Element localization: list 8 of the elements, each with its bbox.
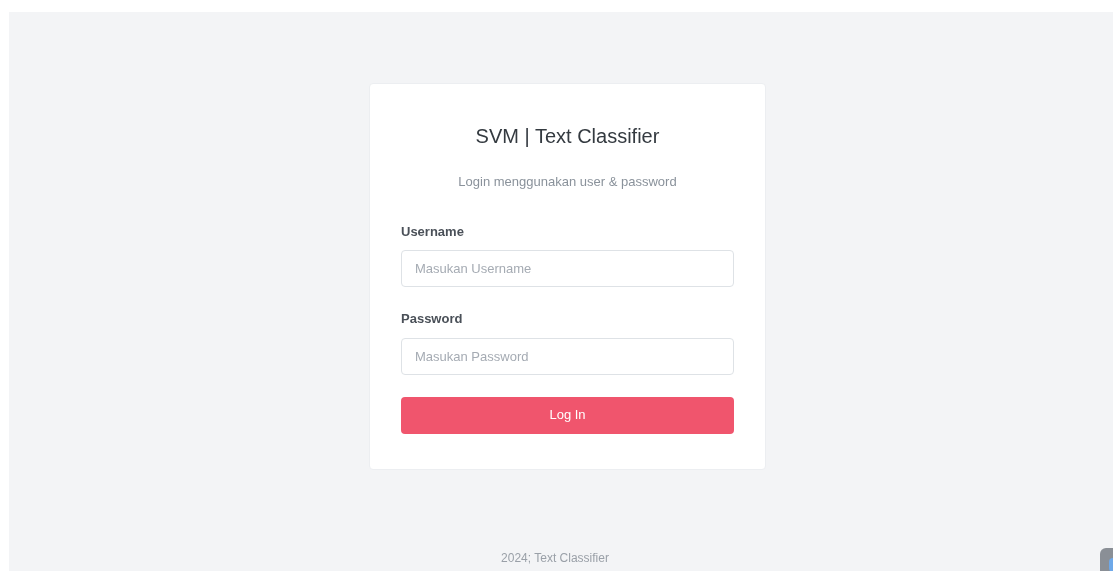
footer-text: 2024; Text Classifier [501,550,609,567]
field-label: Password [401,310,463,328]
field-label: Username [401,222,464,241]
login-button[interactable]: Log In [401,396,734,434]
input-field[interactable]: Masukan Username [401,250,734,287]
card-subtitle: Login menggunakan user & password [458,173,677,191]
input-field[interactable]: Masukan Password [401,337,734,375]
card-title: SVM | Text Classifier [475,124,660,148]
